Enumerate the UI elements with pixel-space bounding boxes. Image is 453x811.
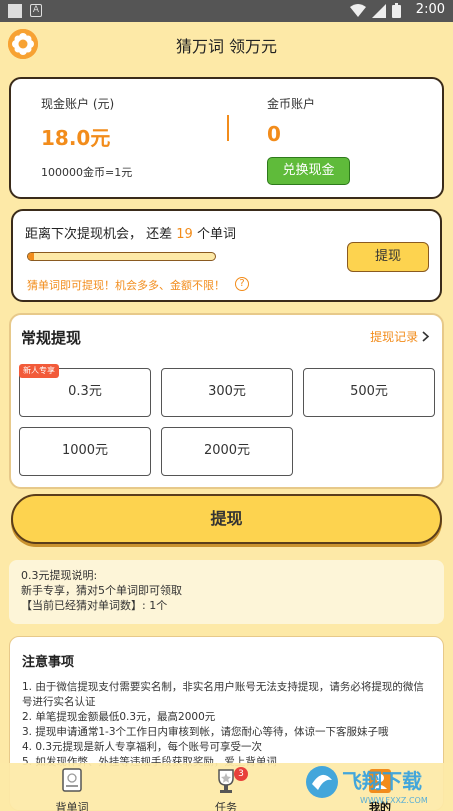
withdraw-option-label: 0.3元 <box>68 384 102 399</box>
exchange-rate-note: 100000金币=1元 <box>41 166 133 179</box>
regular-withdraw-title: 常规提现 <box>21 329 82 347</box>
withdraw-record-link[interactable]: 提现记录 <box>370 328 430 345</box>
notice-item: 4. 0.3元提现是新人专享福利，每个账号可享受一次 <box>22 741 263 753</box>
page-title: 猜万词 领万元 <box>175 37 278 56</box>
notice-item: 1. 由于微信提现支付需要实名制，非实名用户账号无法支持提现，请务必将提现的微信… <box>22 681 424 708</box>
notice-title: 注意事项 <box>22 655 75 670</box>
app-notification-icon: A <box>30 4 42 17</box>
next-withdraw-suffix: 个单词 <box>192 227 236 242</box>
site-watermark: 飞翔下载 WWW.FXXZ.COM <box>306 766 428 805</box>
explain-line-3: 【当前已经猜对单词数】: 1个 <box>21 599 168 612</box>
status-icons <box>350 3 401 18</box>
tab-label: 任务 <box>215 801 237 811</box>
withdraw-option-label: 2000元 <box>203 443 251 458</box>
tab-tasks[interactable]: 3 任务 <box>186 763 266 811</box>
new-user-tag: 新人专享 <box>19 364 59 378</box>
tab-memorize-words[interactable]: 背单词 <box>32 763 112 811</box>
task-badge: 3 <box>234 767 248 781</box>
withdraw-option-label: 1000元 <box>61 443 109 458</box>
progress-hint: 猜单词即可提现！机会多多、金额不限！ <box>27 279 225 292</box>
withdraw-explanation: 0.3元提现说明: 新手专享，猜对5个单词即可领取 【当前已经猜对单词数】: 1… <box>9 560 444 624</box>
regular-withdraw-card: 常规提现 提现记录 新人专享 0.3元 300元 500元 1000元 2000… <box>9 313 444 489</box>
wifi-icon <box>350 3 366 17</box>
notification-icon <box>8 4 22 18</box>
withdraw-option-500[interactable]: 500元 <box>303 368 435 417</box>
next-withdraw-text: 距离下次提现机会， 还差 19 个单词 <box>25 223 236 242</box>
withdraw-option-1000[interactable]: 1000元 <box>19 427 151 476</box>
explain-line-2: 新手专享，猜对5个单词即可领取 <box>21 584 182 597</box>
status-bar: A 2:00 <box>0 0 453 22</box>
withdraw-button[interactable]: 提现 <box>11 494 442 544</box>
account-divider <box>227 115 229 141</box>
withdraw-option-label: 300元 <box>208 384 246 399</box>
app-header: 猜万词 领万元 <box>0 22 453 66</box>
watermark-sub: WWW.FXXZ.COM <box>360 796 428 805</box>
word-progress-bar <box>27 252 216 261</box>
watermark-text: 飞翔下载 <box>342 769 422 793</box>
withdraw-option-0.3[interactable]: 新人专享 0.3元 <box>19 364 151 417</box>
tab-label: 背单词 <box>55 801 89 811</box>
cash-account-value: 18.0元 <box>41 126 111 150</box>
remaining-words-count: 19 <box>176 227 193 242</box>
notice-item: 3. 提现申请通常1-3个工作日内审核到帐，请您耐心等待，体谅一下客服妹子哦 <box>22 726 389 738</box>
clock: 2:00 <box>415 2 445 17</box>
withdraw-option-2000[interactable]: 2000元 <box>161 427 293 476</box>
account-card: 现金账户 (元) 18.0元 100000金币=1元 金币账户 0 兑换现金 <box>9 77 444 199</box>
explain-line-1: 0.3元提现说明: <box>21 569 98 582</box>
notice-item: 2. 单笔提现金额最低0.3元，最高2000元 <box>22 711 216 723</box>
coin-account-value: 0 <box>267 122 281 146</box>
progress-withdraw-button[interactable]: 提现 <box>347 242 429 272</box>
next-withdraw-card: 距离下次提现机会， 还差 19 个单词 提现 猜单词即可提现！机会多多、金额不限… <box>11 209 442 302</box>
withdraw-record-label: 提现记录 <box>370 330 419 344</box>
word-progress-fill <box>28 253 34 260</box>
cash-account-label: 现金账户 (元) <box>41 97 115 111</box>
chevron-right-icon <box>422 331 430 342</box>
battery-icon <box>392 3 401 18</box>
help-icon[interactable]: ? <box>235 277 249 291</box>
withdraw-option-300[interactable]: 300元 <box>161 368 293 417</box>
book-icon <box>62 768 82 792</box>
next-withdraw-prefix: 距离下次提现机会， 还差 <box>25 227 177 242</box>
signal-icon <box>372 3 386 18</box>
coin-account-label: 金币账户 <box>267 97 316 111</box>
exchange-cash-button[interactable]: 兑换现金 <box>267 157 350 185</box>
withdraw-option-label: 500元 <box>350 384 388 399</box>
